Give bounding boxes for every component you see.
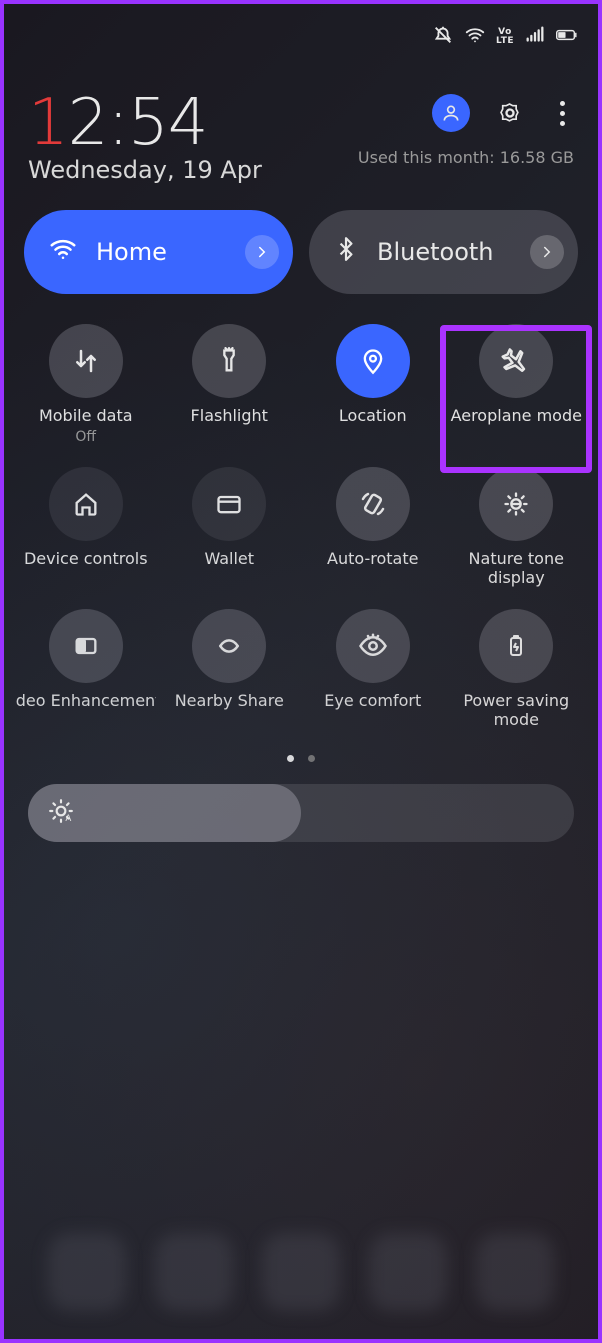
qs-tile-nearby[interactable]: Nearby Share (158, 609, 302, 729)
rotate-icon (336, 467, 410, 541)
dock-app (48, 1233, 126, 1311)
battery-icon (479, 609, 553, 683)
tile-label: deo Enhancement (16, 691, 156, 710)
mute-icon (432, 24, 454, 50)
tile-label: Nature tone display (446, 549, 586, 587)
volte-icon: VoLTE (496, 28, 514, 46)
dock-app (155, 1233, 233, 1311)
clock-time-rest: 2:54 (68, 86, 208, 160)
panel-header: 12:54 Wednesday, 19 Apr Used this month:… (4, 58, 598, 192)
tile-sublabel: Off (75, 429, 96, 445)
wifi-icon (48, 234, 78, 270)
dot-icon (560, 111, 565, 116)
qs-tile-airplane[interactable]: Aeroplane mode (445, 324, 589, 445)
wifi-icon (464, 24, 486, 50)
airplane-icon (479, 324, 553, 398)
bluetooth-icon (333, 236, 359, 268)
dot-icon (560, 121, 565, 126)
battery-icon (556, 24, 578, 50)
data-arrows-icon (49, 324, 123, 398)
enhance-icon (49, 609, 123, 683)
chevron-right-icon[interactable] (245, 235, 279, 269)
sun-icon (479, 467, 553, 541)
house-icon (49, 467, 123, 541)
brightness-slider[interactable]: A (28, 784, 574, 842)
tile-label: Mobile data (16, 406, 156, 425)
qs-tile-house[interactable]: Device controls (14, 467, 158, 587)
tile-label: Location (303, 406, 443, 425)
qs-tile-data-arrows[interactable]: Mobile data Off (14, 324, 158, 445)
qs-tile-sun[interactable]: Nature tone display (445, 467, 589, 587)
tile-label: Aeroplane mode (446, 406, 586, 425)
qs-tile-eye[interactable]: Eye comfort (301, 609, 445, 729)
more-button[interactable] (550, 101, 574, 126)
dock-app (369, 1233, 447, 1311)
flashlight-icon (192, 324, 266, 398)
nearby-icon (192, 609, 266, 683)
tile-label: Flashlight (159, 406, 299, 425)
pager-dot (287, 755, 294, 762)
eye-icon (336, 609, 410, 683)
svg-text:A: A (65, 814, 71, 824)
user-avatar-button[interactable] (432, 94, 470, 132)
qs-tile-battery[interactable]: Power saving mode (445, 609, 589, 729)
background-dock (4, 1233, 598, 1311)
tile-label: Eye comfort (303, 691, 443, 710)
clock-time: 12:54 (28, 86, 262, 160)
dock-app (262, 1233, 340, 1311)
qs-tile-location[interactable]: Location (301, 324, 445, 445)
clock-date: Wednesday, 19 Apr (28, 156, 262, 184)
tile-label: Power saving mode (446, 691, 586, 729)
wifi-label: Home (96, 238, 167, 266)
pager-dot (308, 755, 315, 762)
chevron-right-icon[interactable] (530, 235, 564, 269)
clock-hour-leading: 1 (28, 86, 68, 160)
wallet-icon (192, 467, 266, 541)
settings-button[interactable] (494, 97, 526, 129)
signal-icon (524, 24, 546, 50)
location-icon (336, 324, 410, 398)
qs-tile-flashlight[interactable]: Flashlight (158, 324, 302, 445)
dot-icon (560, 101, 565, 106)
bluetooth-label: Bluetooth (377, 238, 494, 266)
status-bar: VoLTE (4, 4, 598, 58)
page-indicator[interactable] (4, 729, 598, 780)
tile-label: Wallet (159, 549, 299, 568)
data-usage-text: Used this month: 16.58 GB (358, 148, 574, 167)
wifi-tile[interactable]: Home (24, 210, 293, 294)
dock-app (476, 1233, 554, 1311)
tile-label: Auto-rotate (303, 549, 443, 568)
tile-label: Nearby Share (159, 691, 299, 710)
quick-settings-grid: Mobile data Off FlashlightLocationAeroplan… (4, 294, 598, 729)
qs-tile-wallet[interactable]: Wallet (158, 467, 302, 587)
qs-tile-rotate[interactable]: Auto-rotate (301, 467, 445, 587)
qs-tile-enhance[interactable]: deo Enhancement (14, 609, 158, 729)
tile-label: Device controls (16, 549, 156, 568)
bluetooth-tile[interactable]: Bluetooth (309, 210, 578, 294)
brightness-auto-icon: A (48, 798, 74, 828)
